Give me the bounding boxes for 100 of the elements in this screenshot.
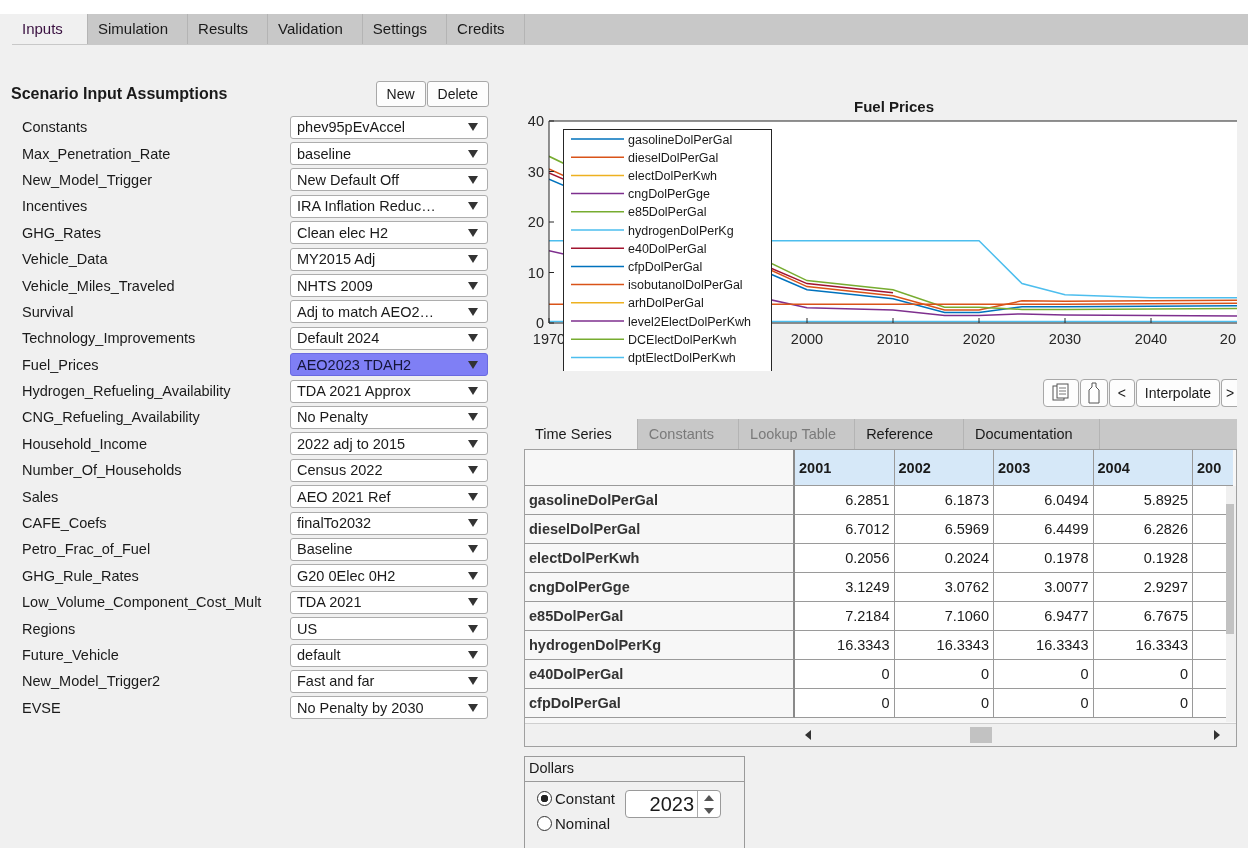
field-label: GHG_Rates <box>22 224 101 241</box>
legend-label: hydrogenDolPerKg <box>628 223 734 238</box>
row-header: dieselDolPerGal <box>525 515 795 544</box>
table-cell: 6.4499 <box>994 515 1094 544</box>
dropdown-value: Adj to match AEO2… <box>297 303 434 320</box>
row-header: gasolineDolPerGal <box>525 486 795 515</box>
field-label: Survival <box>22 303 74 320</box>
dropdown-value: No Penalty by 2030 <box>297 699 424 716</box>
field-label: Vehicle_Data <box>22 251 108 268</box>
table-cell: 6.5969 <box>894 515 994 544</box>
radio-label: Nominal <box>555 815 611 832</box>
table-cell: 6.0494 <box>994 486 1094 515</box>
field-label: New_Model_Trigger2 <box>22 673 161 690</box>
group-title: Dollars <box>525 757 744 782</box>
legend-label: level2ElectDolPerKwh <box>628 314 751 329</box>
legend-label: isobutanolDolPerGal <box>628 278 743 293</box>
table-cell: 16.3343 <box>894 631 994 660</box>
field-label: GHG_Rule_Rates <box>22 567 139 584</box>
table-cell: 3.0762 <box>894 573 994 602</box>
table-cell: 6.7012 <box>795 515 895 544</box>
table-cell: 0.2056 <box>795 544 895 573</box>
dropdown-value: US <box>297 620 318 637</box>
field-label: CNG_Refueling_Availability <box>22 409 200 426</box>
column-header: 2004 <box>1093 450 1193 486</box>
field-label: Regions <box>22 620 76 637</box>
dropdown-value: TDA 2021 Approx <box>297 383 411 400</box>
legend-label: DCElectDolPerKwh <box>628 332 737 347</box>
table-cell: 0.1978 <box>994 544 1094 573</box>
tick-label: 20 <box>1219 331 1236 347</box>
field-label: Number_Of_Households <box>22 462 182 479</box>
legend-label: dptElectDolPerKwh <box>628 350 736 365</box>
tick-label: 2030 <box>1048 331 1082 347</box>
field-label: Incentives <box>22 198 88 215</box>
tick-label: 40 <box>527 113 544 129</box>
field-label: Petro_Frac_of_Fuel <box>22 541 151 558</box>
row-header: cfpDolPerGal <box>525 689 795 718</box>
table-cell: 16.3343 <box>1093 631 1193 660</box>
table-cell: 16.3343 <box>994 631 1094 660</box>
table-cell: 6.2826 <box>1093 515 1193 544</box>
tick-label: 30 <box>527 163 544 180</box>
dropdown-value: IRA Inflation Reduc… <box>297 198 436 215</box>
row-header: e85DolPerGal <box>525 602 795 631</box>
legend-label: cngDolPerGge <box>628 187 710 202</box>
dropdown-value: Baseline <box>297 541 353 558</box>
dropdown-value: phev95pEvAccel <box>297 119 405 136</box>
field-label: EVSE <box>22 699 61 716</box>
dropdown-value: Default 2024 <box>297 330 380 347</box>
table-cell: 0 <box>894 660 994 689</box>
row-header: cngDolPerGge <box>525 573 795 602</box>
tick-label: 0 <box>535 315 544 331</box>
table-cell: 0 <box>1093 660 1193 689</box>
legend-label: e85DolPerGal <box>628 205 707 220</box>
row-header: e40DolPerGal <box>525 660 795 689</box>
table-cell: 3.0077 <box>994 573 1094 602</box>
field-label: Hydrogen_Refueling_Availability <box>22 383 231 400</box>
dropdown-value: MY2015 Adj <box>297 251 376 268</box>
tick-label: 2010 <box>876 331 910 347</box>
field-label: Future_Vehicle <box>22 647 119 663</box>
table-cell: 0 <box>795 689 895 718</box>
dropdown-value: AEO2023 TDAH2 <box>297 356 412 373</box>
table-cell: 0 <box>994 660 1094 689</box>
tick-label: 2000 <box>790 331 824 347</box>
dropdown-value: Census 2022 <box>297 462 383 479</box>
radio-label: Constant <box>555 790 616 807</box>
table-cell: 6.2851 <box>795 486 895 515</box>
tick-label: 20 <box>527 214 544 230</box>
table-cell: 2.9297 <box>1093 573 1193 602</box>
dropdown-value: default <box>297 647 341 663</box>
dropdown-value: TDA 2021 <box>297 594 362 611</box>
dropdown-value: G20 0Elec 0H2 <box>297 567 396 584</box>
table-cell: 6.7675 <box>1093 602 1193 631</box>
column-header: 200 <box>1193 450 1233 486</box>
dropdown-value: finalTo2032 <box>297 515 372 532</box>
panel-title: Scenario Input Assumptions <box>11 84 228 103</box>
legend-label: electDolPerKwh <box>628 168 717 183</box>
spinner-value: 2023 <box>649 792 696 816</box>
legend-label: gasolineDolPerGal <box>628 132 733 147</box>
legend-label: dieselDolPerGal <box>628 150 719 165</box>
field-label: Sales <box>22 488 59 505</box>
chart-title: Fuel Prices <box>854 98 934 115</box>
dropdown-value: No Penalty <box>297 409 368 426</box>
dropdown-value: AEO 2021 Ref <box>297 488 391 505</box>
field-label: Technology_Improvements <box>22 330 196 347</box>
legend-label: cfpDolPerGal <box>628 259 703 274</box>
column-header: 2001 <box>795 450 895 486</box>
tick-label: 10 <box>527 264 544 281</box>
table-cell: 7.2184 <box>795 602 895 631</box>
dropdown-value: 2022 adj to 2015 <box>297 435 406 452</box>
field-label: Max_Penetration_Rate <box>22 145 171 162</box>
row-header: hydrogenDolPerKg <box>525 631 795 660</box>
table-cell: 0 <box>795 660 895 689</box>
tick-label: 2040 <box>1134 331 1168 347</box>
table-cell: 3.1249 <box>795 573 895 602</box>
dropdown-value: Fast and far <box>297 673 375 690</box>
table-cell: 0.1928 <box>1093 544 1193 573</box>
dropdown-value: NHTS 2009 <box>297 277 373 294</box>
column-header: 2003 <box>994 450 1094 486</box>
dropdown-value: baseline <box>297 145 351 162</box>
dropdown-value: New Default Off <box>297 171 400 188</box>
row-header: electDolPerKwh <box>525 544 795 573</box>
